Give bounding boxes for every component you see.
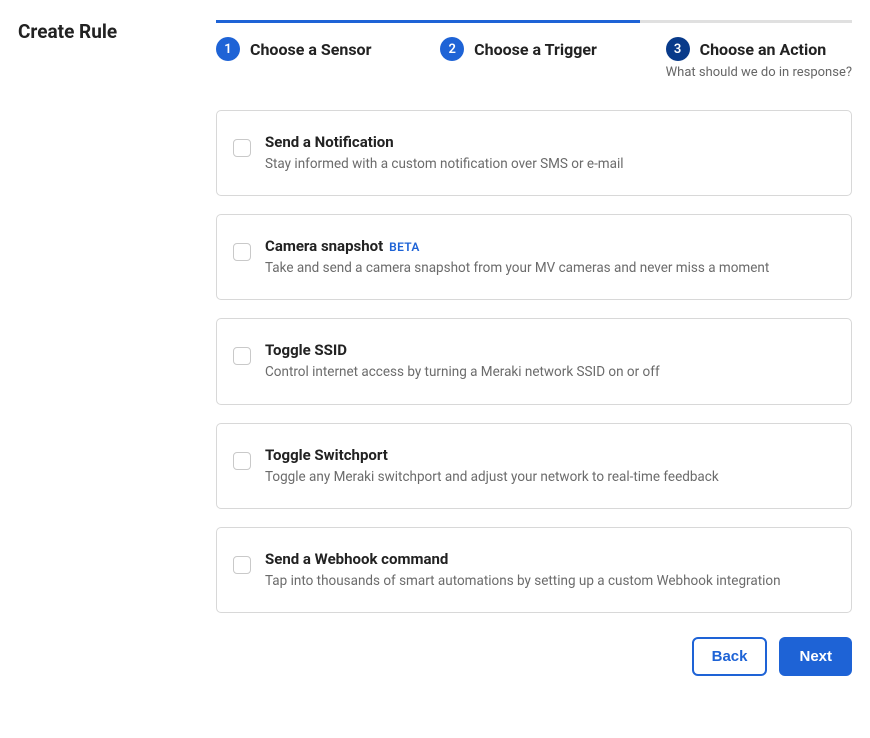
option-desc: Control internet access by turning a Mer… bbox=[265, 363, 660, 381]
option-desc: Take and send a camera snapshot from you… bbox=[265, 259, 769, 277]
option-desc: Tap into thousands of smart automations … bbox=[265, 572, 781, 590]
option-title-row: Toggle Switchport bbox=[265, 446, 719, 464]
step-choose-trigger[interactable]: 2 Choose a Trigger bbox=[440, 37, 597, 61]
option-title-row: Send a Webhook command bbox=[265, 550, 781, 568]
step-subtitle: What should we do in response? bbox=[666, 65, 852, 80]
option-send-webhook[interactable]: Send a Webhook command Tap into thousand… bbox=[216, 527, 852, 613]
option-send-notification[interactable]: Send a Notification Stay informed with a… bbox=[216, 110, 852, 196]
footer-buttons: Back Next bbox=[216, 637, 852, 676]
next-button[interactable]: Next bbox=[779, 637, 852, 676]
step-top: 1 Choose a Sensor bbox=[216, 37, 371, 61]
step-number-badge: 2 bbox=[440, 37, 464, 61]
option-text: Toggle SSID Control internet access by t… bbox=[265, 341, 660, 381]
right-column: 1 Choose a Sensor 2 Choose a Trigger 3 C… bbox=[216, 12, 852, 676]
page-title: Create Rule bbox=[18, 20, 188, 43]
create-rule-page: Create Rule 1 Choose a Sensor 2 Choose a… bbox=[18, 12, 852, 676]
steps-row: 1 Choose a Sensor 2 Choose a Trigger 3 C… bbox=[216, 37, 852, 80]
option-text: Send a Webhook command Tap into thousand… bbox=[265, 550, 781, 590]
option-title-row: Send a Notification bbox=[265, 133, 624, 151]
option-text: Camera snapshot BETA Take and send a cam… bbox=[265, 237, 769, 277]
checkbox[interactable] bbox=[233, 452, 251, 470]
stepper: 1 Choose a Sensor 2 Choose a Trigger 3 C… bbox=[216, 12, 852, 80]
action-options: Send a Notification Stay informed with a… bbox=[216, 110, 852, 613]
option-title: Camera snapshot bbox=[265, 237, 383, 255]
checkbox[interactable] bbox=[233, 243, 251, 261]
progress-track bbox=[216, 20, 852, 23]
option-title-row: Toggle SSID bbox=[265, 341, 660, 359]
step-number-badge: 3 bbox=[666, 37, 690, 61]
option-title: Send a Webhook command bbox=[265, 550, 448, 568]
option-text: Toggle Switchport Toggle any Meraki swit… bbox=[265, 446, 719, 486]
beta-badge: BETA bbox=[389, 240, 420, 254]
option-title-row: Camera snapshot BETA bbox=[265, 237, 769, 255]
checkbox[interactable] bbox=[233, 556, 251, 574]
option-camera-snapshot[interactable]: Camera snapshot BETA Take and send a cam… bbox=[216, 214, 852, 300]
option-desc: Toggle any Meraki switchport and adjust … bbox=[265, 468, 719, 486]
option-title: Toggle SSID bbox=[265, 341, 347, 359]
option-title: Toggle Switchport bbox=[265, 446, 388, 464]
option-toggle-ssid[interactable]: Toggle SSID Control internet access by t… bbox=[216, 318, 852, 404]
left-column: Create Rule bbox=[18, 12, 188, 676]
step-label: Choose a Sensor bbox=[250, 40, 371, 59]
step-choose-sensor[interactable]: 1 Choose a Sensor bbox=[216, 37, 371, 61]
checkbox[interactable] bbox=[233, 347, 251, 365]
option-text: Send a Notification Stay informed with a… bbox=[265, 133, 624, 173]
checkbox[interactable] bbox=[233, 139, 251, 157]
option-desc: Stay informed with a custom notification… bbox=[265, 155, 624, 173]
step-number-badge: 1 bbox=[216, 37, 240, 61]
step-label: Choose an Action bbox=[700, 40, 827, 59]
progress-fill bbox=[216, 20, 640, 23]
option-title: Send a Notification bbox=[265, 133, 394, 151]
back-button[interactable]: Back bbox=[692, 637, 768, 676]
step-top: 3 Choose an Action bbox=[666, 37, 852, 61]
option-toggle-switchport[interactable]: Toggle Switchport Toggle any Meraki swit… bbox=[216, 423, 852, 509]
step-label: Choose a Trigger bbox=[474, 40, 597, 59]
step-top: 2 Choose a Trigger bbox=[440, 37, 597, 61]
step-choose-action[interactable]: 3 Choose an Action What should we do in … bbox=[666, 37, 852, 80]
